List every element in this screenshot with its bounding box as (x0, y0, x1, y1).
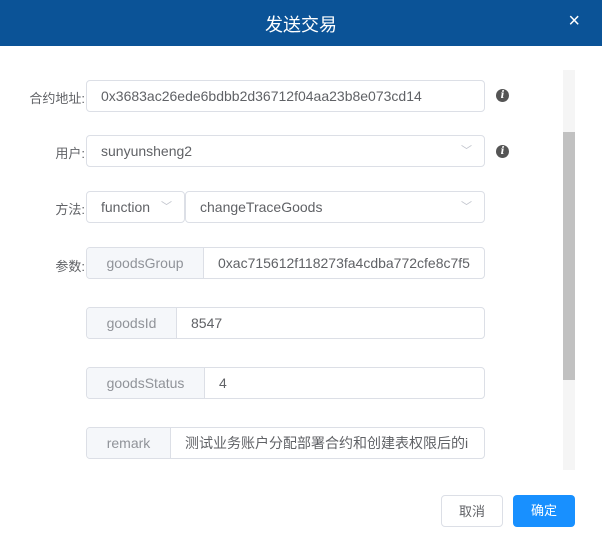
cancel-button[interactable]: 取消 (441, 495, 503, 527)
method-label: 方法: (55, 202, 85, 217)
method-name-select[interactable]: changeTraceGoods ﹀ (185, 191, 485, 223)
param-input-remark[interactable]: remark 测试业务账户分配部署合约和创建表权限后的i (86, 427, 485, 459)
param-value: 8547 (191, 315, 223, 331)
chevron-down-icon: ﹀ (461, 201, 472, 213)
user-select[interactable]: sunyunsheng2 ﹀ (86, 135, 485, 167)
contract-address-label: 合约地址: (29, 91, 85, 106)
user-value: sunyunsheng2 (101, 143, 193, 159)
method-name-value: changeTraceGoods (200, 199, 323, 215)
scrollbar-thumb[interactable] (563, 132, 575, 380)
user-label: 用户: (55, 146, 85, 161)
dialog-header: 发送交易 × (0, 0, 602, 46)
param-name: goodsGroup (87, 248, 204, 278)
contract-address-value: 0x3683ac26ede6bdbb2d36712f04aa23b8e073cd… (101, 88, 422, 104)
params-label: 参数: (55, 259, 85, 274)
param-name: goodsStatus (87, 368, 205, 398)
info-icon[interactable]: i (496, 89, 509, 102)
param-input-goodsStatus[interactable]: goodsStatus 4 (86, 367, 485, 399)
close-icon[interactable]: × (568, 10, 580, 33)
param-input-goodsId[interactable]: goodsId 8547 (86, 307, 485, 339)
param-name: goodsId (87, 308, 177, 338)
confirm-button[interactable]: 确定 (513, 495, 575, 527)
dialog-title: 发送交易 (265, 15, 337, 35)
param-value: 测试业务账户分配部署合约和创建表权限后的i (185, 435, 469, 451)
method-type-select[interactable]: function ﹀ (86, 191, 185, 223)
param-input-goodsGroup[interactable]: goodsGroup 0xac715612f118273fa4cdba772cfe… (86, 247, 485, 279)
chevron-down-icon: ﹀ (461, 145, 472, 157)
method-type-value: function (101, 199, 151, 215)
param-name: remark (87, 428, 171, 458)
param-value: 0xac715612f118273fa4cdba772cfe8c7f5 (218, 255, 470, 271)
contract-address-input[interactable]: 0x3683ac26ede6bdbb2d36712f04aa23b8e073cd… (86, 80, 485, 112)
chevron-down-icon: ﹀ (161, 201, 172, 213)
param-value: 4 (219, 375, 227, 391)
info-icon[interactable]: i (496, 145, 509, 158)
